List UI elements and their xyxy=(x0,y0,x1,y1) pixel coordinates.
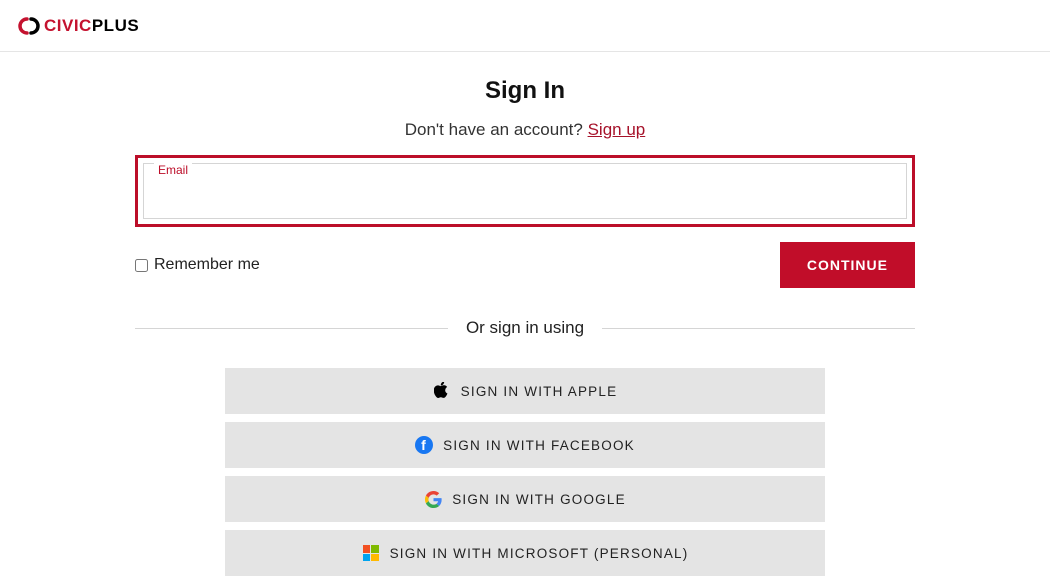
divider-text: Or sign in using xyxy=(448,318,602,338)
signin-facebook-button[interactable]: SIGN IN WITH FACEBOOK xyxy=(225,422,825,468)
divider-row: Or sign in using xyxy=(135,318,915,338)
remember-me-text: Remember me xyxy=(154,256,260,274)
brand-logo: CIVICPLUS xyxy=(18,16,139,36)
signin-google-button[interactable]: SIGN IN WITH GOOGLE xyxy=(225,476,825,522)
signup-link[interactable]: Sign up xyxy=(588,120,646,139)
form-actions-row: Remember me CONTINUE xyxy=(135,242,915,288)
email-field-container: Email xyxy=(143,163,907,219)
logo-text-plus: PLUS xyxy=(92,16,139,35)
microsoft-icon xyxy=(362,544,380,562)
divider-line-left xyxy=(135,328,448,329)
facebook-icon xyxy=(415,436,433,454)
signin-microsoft-button[interactable]: SIGN IN WITH MICROSOFT (PERSONAL) xyxy=(225,530,825,576)
logo-text: CIVICPLUS xyxy=(44,16,139,36)
email-label: Email xyxy=(154,163,192,177)
signin-google-label: SIGN IN WITH GOOGLE xyxy=(452,492,626,507)
email-highlight-wrapper: Email xyxy=(135,155,915,227)
main-content: Sign In Don't have an account? Sign up E… xyxy=(0,52,1050,576)
app-header: CIVICPLUS xyxy=(0,0,1050,52)
social-signin-list: SIGN IN WITH APPLE SIGN IN WITH FACEBOOK xyxy=(135,368,915,576)
logo-text-civic: CIVIC xyxy=(44,16,92,35)
logo-icon xyxy=(18,17,40,35)
signin-facebook-label: SIGN IN WITH FACEBOOK xyxy=(443,438,635,453)
email-input[interactable] xyxy=(144,164,906,218)
subtitle-text: Don't have an account? xyxy=(405,120,588,139)
signin-apple-label: SIGN IN WITH APPLE xyxy=(461,384,618,399)
google-icon xyxy=(424,490,442,508)
continue-button[interactable]: CONTINUE xyxy=(780,242,915,288)
apple-icon xyxy=(433,382,451,400)
signin-microsoft-label: SIGN IN WITH MICROSOFT (PERSONAL) xyxy=(390,546,689,561)
divider-line-right xyxy=(602,328,915,329)
remember-me-checkbox[interactable] xyxy=(135,259,148,272)
signin-apple-button[interactable]: SIGN IN WITH APPLE xyxy=(225,368,825,414)
remember-me-label[interactable]: Remember me xyxy=(135,256,260,274)
signin-form: Email Remember me CONTINUE Or sign in us… xyxy=(135,155,915,576)
page-title: Sign In xyxy=(485,77,565,105)
subtitle-row: Don't have an account? Sign up xyxy=(405,120,646,140)
